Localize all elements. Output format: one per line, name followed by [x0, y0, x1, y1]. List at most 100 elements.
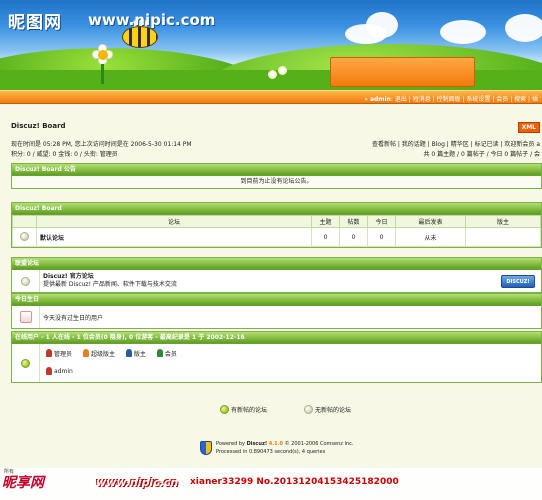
board-stats: 共 0 篇主题 / 0 篇帖子 / 今日 0 篇帖子 / 会	[423, 151, 541, 158]
forum-topics: 0	[311, 227, 340, 247]
partner-info: Discuz! 官方论坛 提供最新 Discuz! 产品新闻、软件下载与技术交流	[40, 273, 177, 289]
partner-icon-cell	[12, 270, 40, 292]
daisy-decoration	[268, 70, 277, 79]
online-user[interactable]: admin	[46, 367, 73, 376]
partner-description: 提供最新 Discuz! 产品新闻、软件下载与技术交流	[43, 281, 177, 288]
watermark-bottom-logo: 昵享网	[2, 475, 44, 491]
online-box: 在线用户 - 1 人在线 - 1 位会员(0 隐身), 0 位游客 - 最高纪录…	[11, 331, 542, 383]
forum-list-header: Discuz! Board	[12, 203, 541, 215]
forum-list-box: Discuz! Board 论坛 主题 帖数 今日 最后发表 版主 默认论坛 0…	[11, 202, 542, 248]
col-forum: 论坛	[36, 215, 312, 228]
online-details: 管理员 超级版主 版主 会员 admin	[40, 349, 186, 378]
legend-member: 会员	[156, 349, 177, 358]
super-moderator-icon	[82, 349, 89, 358]
discuz-shield-icon	[200, 441, 212, 455]
quick-links[interactable]: 查看新帖 | 我的话题 | Blog | 精华区 | 标记已读 | 欢迎新会员 …	[372, 140, 540, 150]
col-icon	[12, 215, 37, 228]
watermark-id: xianer33299 No.20131204153425182000	[190, 477, 399, 487]
nav-prefix: »	[364, 96, 369, 103]
cloud-decoration	[440, 20, 486, 44]
announcement-header: Discuz! Board 公告	[12, 164, 541, 176]
member-icon	[156, 349, 163, 358]
xml-button[interactable]: XML	[517, 122, 540, 133]
processed-info: Processed in 0.890473 second(s), 4 queri…	[216, 449, 326, 455]
cloud-decoration	[366, 12, 398, 38]
col-last-post: 最后发表	[395, 215, 466, 228]
legend-new-posts: 有新帖的论坛	[220, 405, 267, 414]
forum-last-post: 从未	[395, 227, 466, 247]
points-info: 积分: 0 / 威望: 0 金钱: 0 / 头衔: 管理员	[11, 151, 118, 158]
no-new-posts-icon	[304, 405, 314, 414]
bee-icon	[122, 26, 158, 48]
watermark-strip: 所有 昵享网 www.nipic.cn xianer33299 No.20131…	[0, 468, 542, 500]
daisy-decoration	[278, 66, 287, 75]
no-new-posts-icon	[20, 231, 29, 241]
online-user-list: admin	[46, 367, 186, 377]
table-row: 默认论坛 0 0 0 从未	[12, 227, 541, 247]
copyright[interactable]: © 2001-2006 Comsenz Inc.	[285, 441, 354, 447]
discuz-link[interactable]: Discuz!	[247, 441, 268, 447]
partner-row: Discuz! 官方论坛 提供最新 Discuz! 产品新闻、软件下载与技术交流…	[12, 270, 541, 292]
legend-super-mod: 超级版主	[82, 349, 115, 358]
cloud-decoration	[505, 14, 542, 42]
flower-icon	[92, 44, 114, 66]
nav-link-plugins[interactable]: 插	[532, 96, 538, 103]
col-posts: 帖数	[339, 215, 368, 228]
online-row: 管理员 超级版主 版主 会员 admin	[12, 344, 541, 382]
powered-text: Powered by Discuz! 4.1.0 © 2001-2006 Com…	[216, 441, 354, 455]
admin-icon	[46, 367, 52, 376]
online-icon-cell	[12, 344, 40, 382]
nav-link-messages[interactable]: 短消息	[413, 96, 431, 103]
partner-name-link[interactable]: Discuz! 官方论坛	[43, 273, 177, 281]
forum-posts: 0	[339, 227, 368, 247]
birthday-row: 今天没有过生日的用户	[12, 306, 541, 328]
birthday-text: 今天没有过生日的用户	[43, 314, 104, 322]
version: 4.1.0	[268, 441, 283, 447]
online-header[interactable]: 在线用户 - 1 人在线 - 1 位会员(0 隐身), 0 位游客 - 最高纪录…	[12, 332, 541, 344]
orange-panel-decoration	[330, 57, 475, 87]
nav-link-logout[interactable]: 退出	[395, 96, 407, 103]
user-info: 现在时间是 05:28 PM, 您上次访问时间是在 2006-5-30 01:1…	[11, 140, 542, 160]
forum-legend: 有新帖的论坛 无新帖的论坛	[220, 405, 360, 414]
forum-name-link[interactable]: 默认论坛	[36, 227, 312, 247]
nav-link-control-panel[interactable]: 控制面板	[437, 96, 461, 103]
forum-status-cell	[12, 227, 37, 247]
nav-link-members[interactable]: 会员	[496, 96, 508, 103]
header-banner: 昵图网 www.nipic.com	[0, 0, 542, 90]
announcement-text: 到目前为止没有论坛公告。	[12, 176, 541, 188]
nav-link-settings[interactable]: 系统设置	[466, 96, 490, 103]
online-legend: 管理员 超级版主 版主 会员	[46, 349, 186, 360]
main-content: Discuz! Board XML 现在时间是 05:28 PM, 您上次访问时…	[11, 110, 542, 383]
legend-admin: 管理员	[46, 349, 72, 358]
birthday-icon-cell	[12, 306, 40, 328]
col-topics: 主题	[311, 215, 340, 228]
new-posts-icon	[220, 405, 229, 414]
board-title[interactable]: Discuz! Board	[11, 122, 542, 130]
watermark-bottom-url: www.nipic.cn	[96, 476, 179, 489]
moderator-icon	[125, 349, 132, 358]
flower-stem-decoration	[101, 64, 104, 84]
nav-links: » admin: 退出 | 短消息 | 控制面板 | 系统设置 | 会员 | 搜…	[364, 96, 538, 103]
visit-info: 现在时间是 05:28 PM, 您上次访问时间是在 2006-5-30 01:1…	[11, 141, 192, 148]
legend-mod: 版主	[125, 349, 146, 358]
top-nav: » admin: 退出 | 短消息 | 控制面板 | 系统设置 | 会员 | 搜…	[0, 90, 542, 104]
legend-no-new-posts: 无新帖的论坛	[304, 405, 351, 414]
nav-link-search[interactable]: 搜索	[514, 96, 526, 103]
birthday-header: 今日生日	[12, 294, 541, 306]
partner-logo[interactable]: DISCUZ!	[501, 274, 535, 288]
birthday-box: 今日生日 今天没有过生日的用户	[11, 293, 542, 329]
col-today: 今日	[367, 215, 396, 228]
partner-header: 联盟论坛	[12, 258, 541, 270]
col-moderator: 版主	[465, 215, 541, 228]
birthday-cake-icon	[19, 311, 32, 323]
powered-by: Powered by Discuz! 4.1.0 © 2001-2006 Com…	[200, 440, 353, 456]
watermark-logo: 昵图网	[8, 13, 62, 33]
forum-moderator	[465, 227, 541, 247]
nav-username[interactable]: admin	[370, 96, 391, 103]
forum-icon	[21, 276, 30, 286]
admin-icon	[46, 349, 52, 358]
online-icon	[21, 358, 30, 368]
forum-table: 论坛 主题 帖数 今日 最后发表 版主 默认论坛 0 0 0 从未	[12, 215, 541, 247]
watermark-url: www.nipic.com	[88, 11, 216, 29]
forum-today: 0	[367, 227, 396, 247]
